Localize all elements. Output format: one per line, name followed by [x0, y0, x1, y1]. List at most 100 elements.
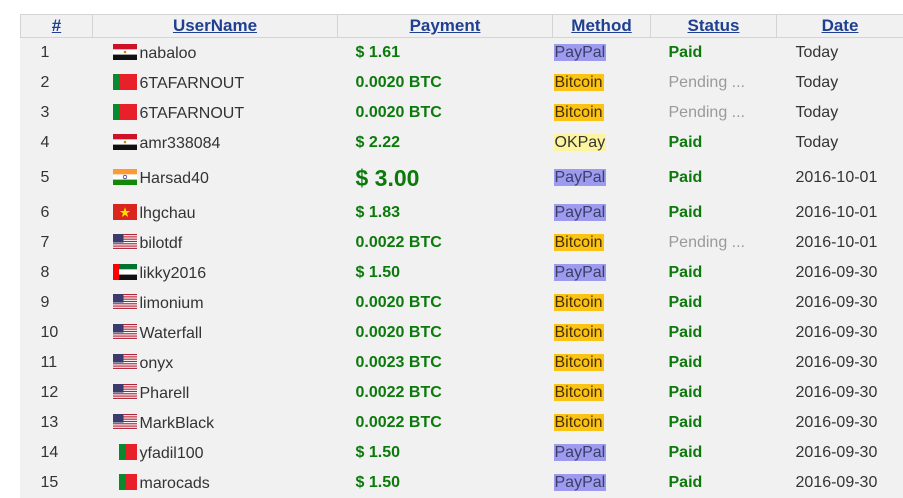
method-cell: Bitcoin	[553, 68, 651, 98]
table-row: 36TAFARNOUT0.0020 BTCBitcoinPending ...T…	[21, 98, 903, 128]
status-label: Paid	[651, 348, 777, 378]
status-label: Pending ...	[651, 98, 777, 128]
egypt-flag-icon	[113, 44, 137, 60]
status-label: Paid	[651, 408, 777, 438]
morocco-flag-icon	[119, 474, 137, 490]
payment-method-badge: PayPal	[554, 169, 607, 186]
payment-amount: 0.0022 BTC	[338, 408, 553, 438]
row-number: 9	[21, 288, 93, 318]
table-body: 1nabaloo$ 1.61PayPalPaidToday26TAFARNOUT…	[21, 38, 903, 498]
status-label: Pending ...	[651, 68, 777, 98]
table-row: 12Pharell0.0022 BTCBitcoinPaid2016-09-30	[21, 378, 903, 408]
column-header-number: #	[21, 15, 93, 38]
table-row: 5Harsad40$ 3.00PayPalPaid2016-10-01	[21, 158, 903, 198]
sort-link-method[interactable]: Method	[571, 16, 631, 35]
status-label: Paid	[651, 258, 777, 288]
payment-method-badge: Bitcoin	[554, 294, 604, 311]
username: onyx	[140, 355, 174, 372]
username-cell: amr338084	[93, 128, 338, 158]
payment-method-badge: Bitcoin	[554, 74, 604, 91]
payment-method-badge: Bitcoin	[554, 384, 604, 401]
method-cell: Bitcoin	[553, 378, 651, 408]
payouts-table-container: # UserName Payment Method Status Date 1 n…	[20, 14, 903, 498]
vietnam-flag-icon	[113, 204, 137, 220]
row-number: 11	[21, 348, 93, 378]
table-row: 6lhgchau$ 1.83PayPalPaid2016-10-01	[21, 198, 903, 228]
username-cell: Waterfall	[93, 318, 338, 348]
status-label: Paid	[651, 438, 777, 468]
username: amr338084	[140, 135, 221, 152]
usa-flag-icon	[113, 234, 137, 250]
payment-date: 2016-09-30	[777, 258, 903, 288]
payment-amount: $ 1.61	[338, 38, 553, 69]
status-label: Paid	[651, 198, 777, 228]
username: yfadil100	[140, 445, 204, 462]
username: nabaloo	[140, 45, 197, 62]
row-number: 10	[21, 318, 93, 348]
table-row: 26TAFARNOUT0.0020 BTCBitcoinPending ...T…	[21, 68, 903, 98]
sort-link-username[interactable]: UserName	[173, 16, 257, 35]
payment-amount: 0.0020 BTC	[338, 98, 553, 128]
payment-amount: 0.0023 BTC	[338, 348, 553, 378]
method-cell: Bitcoin	[553, 98, 651, 128]
method-cell: Bitcoin	[553, 318, 651, 348]
table-row: 1nabaloo$ 1.61PayPalPaidToday	[21, 38, 903, 69]
payment-method-badge: PayPal	[554, 264, 607, 281]
method-cell: PayPal	[553, 198, 651, 228]
table-row: 4amr338084$ 2.22OKPayPaidToday	[21, 128, 903, 158]
column-header-date: Date	[777, 15, 903, 38]
usa-flag-icon	[113, 354, 137, 370]
row-number: 2	[21, 68, 93, 98]
row-number: 8	[21, 258, 93, 288]
column-header-method: Method	[553, 15, 651, 38]
method-cell: Bitcoin	[553, 288, 651, 318]
payment-date: 2016-09-30	[777, 408, 903, 438]
usa-flag-icon	[113, 414, 137, 430]
status-label: Paid	[651, 378, 777, 408]
username-cell: Pharell	[93, 378, 338, 408]
row-number: 1	[21, 38, 93, 69]
table-row: 14yfadil100$ 1.50PayPalPaid2016-09-30	[21, 438, 903, 468]
table-row: 13MarkBlack0.0022 BTCBitcoinPaid2016-09-…	[21, 408, 903, 438]
row-number: 5	[21, 158, 93, 198]
morocco-flag-icon	[119, 444, 137, 460]
payment-date: 2016-10-01	[777, 158, 903, 198]
row-number: 14	[21, 438, 93, 468]
sort-link-date[interactable]: Date	[822, 16, 859, 35]
table-row: 9limonium0.0020 BTCBitcoinPaid2016-09-30	[21, 288, 903, 318]
username: 6TAFARNOUT	[140, 75, 245, 92]
payment-method-badge: Bitcoin	[554, 324, 604, 341]
username: bilotdf	[140, 235, 183, 252]
column-header-payment: Payment	[338, 15, 553, 38]
payment-date: Today	[777, 128, 903, 158]
method-cell: PayPal	[553, 38, 651, 69]
status-label: Paid	[651, 158, 777, 198]
username: marocads	[140, 475, 210, 492]
table-row: 11onyx0.0023 BTCBitcoinPaid2016-09-30	[21, 348, 903, 378]
username-cell: Harsad40	[93, 158, 338, 198]
row-number: 6	[21, 198, 93, 228]
method-cell: OKPay	[553, 128, 651, 158]
status-label: Paid	[651, 38, 777, 69]
sort-link-status[interactable]: Status	[688, 16, 740, 35]
payment-date: Today	[777, 98, 903, 128]
username: Harsad40	[140, 170, 209, 187]
morocco-flag-icon	[113, 104, 137, 120]
payment-amount: 0.0020 BTC	[338, 318, 553, 348]
username-cell: bilotdf	[93, 228, 338, 258]
method-cell: Bitcoin	[553, 348, 651, 378]
table-header-row: # UserName Payment Method Status Date	[21, 15, 903, 38]
payment-amount: 0.0020 BTC	[338, 68, 553, 98]
sort-link-number[interactable]: #	[52, 16, 61, 35]
method-cell: PayPal	[553, 258, 651, 288]
username: Pharell	[140, 385, 190, 402]
username: MarkBlack	[140, 415, 215, 432]
row-number: 7	[21, 228, 93, 258]
payment-method-badge: Bitcoin	[554, 234, 604, 251]
sort-link-payment[interactable]: Payment	[410, 16, 481, 35]
payment-date: 2016-10-01	[777, 228, 903, 258]
usa-flag-icon	[113, 324, 137, 340]
status-label: Paid	[651, 288, 777, 318]
payment-amount: 0.0022 BTC	[338, 378, 553, 408]
payment-date: 2016-09-30	[777, 438, 903, 468]
